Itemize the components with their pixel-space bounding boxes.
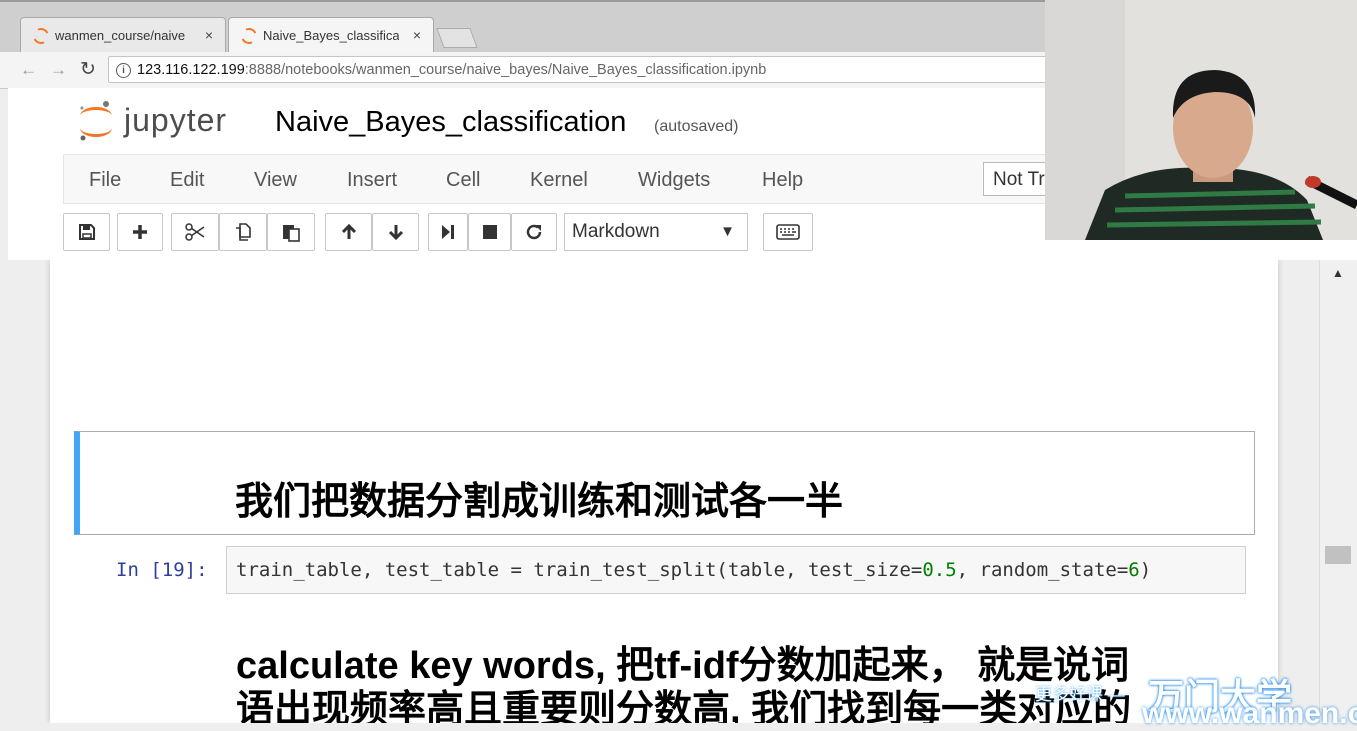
loading-icon — [238, 25, 260, 47]
keyboard-icon — [776, 224, 800, 240]
save-icon — [78, 224, 95, 240]
menu-edit[interactable]: Edit — [170, 169, 204, 192]
tab-title: wanmen_course/naive — [55, 28, 186, 43]
presenter-video — [1045, 0, 1357, 240]
watermark-tagline: 更多好课 — — [1035, 685, 1125, 704]
scrollbar-thumb[interactable] — [1325, 546, 1351, 564]
address-bar[interactable]: i 123.116.122.199:8888/notebooks/wanmen_… — [108, 56, 1048, 83]
move-down-button[interactable] — [372, 213, 419, 251]
code-cell-input[interactable]: train_table, test_table = train_test_spl… — [226, 546, 1246, 594]
code-number: 0.5 — [922, 559, 957, 581]
autosave-status: (autosaved) — [654, 118, 739, 135]
reload-button[interactable]: ↻ — [80, 58, 96, 81]
plus-icon — [133, 225, 147, 239]
paste-icon — [283, 225, 300, 242]
run-button[interactable] — [428, 213, 468, 251]
close-tab-icon[interactable]: × — [413, 27, 421, 43]
vertical-scrollbar[interactable]: ▲ — [1319, 260, 1357, 723]
arrow-down-icon — [388, 225, 403, 241]
copy-button[interactable] — [219, 213, 267, 251]
input-prompt: In [19]: — [116, 559, 208, 581]
menu-file[interactable]: File — [89, 169, 121, 192]
move-up-button[interactable] — [325, 213, 372, 251]
cell-type-select[interactable]: Markdown ▼ — [564, 213, 748, 251]
notebook-title[interactable]: Naive_Bayes_classification — [275, 106, 626, 139]
menu-kernel[interactable]: Kernel — [530, 169, 588, 192]
paste-button[interactable] — [267, 213, 315, 251]
browser-tab-2[interactable]: Naive_Bayes_classificat × — [228, 17, 434, 53]
cut-icon — [185, 223, 205, 241]
copy-icon — [236, 223, 251, 241]
loading-icon — [30, 25, 52, 47]
jupyter-logo-icon[interactable] — [76, 98, 116, 149]
menu-view[interactable]: View — [254, 169, 297, 192]
run-icon — [442, 225, 454, 239]
menu-help[interactable]: Help — [762, 169, 803, 192]
menu-cell[interactable]: Cell — [446, 169, 480, 192]
jupyter-wordmark: jupyter — [124, 102, 228, 138]
interrupt-button[interactable] — [468, 213, 511, 251]
webcam-overlay — [1045, 0, 1357, 240]
arrow-up-icon — [341, 223, 356, 239]
url-path: :8888/notebooks/wanmen_course/naive_baye… — [244, 62, 767, 78]
command-palette-button[interactable] — [763, 213, 813, 251]
restart-button[interactable] — [511, 213, 557, 251]
restart-icon — [526, 224, 542, 240]
info-icon[interactable]: i — [116, 63, 131, 78]
notebook-page: 我们把数据分割成训练和测试各一半 In [19]: train_table, t… — [50, 260, 1278, 723]
code-text: train_table, test_table = train_test_spl… — [236, 559, 923, 581]
cell-type-value: Markdown — [572, 221, 660, 242]
markdown-heading: 我们把数据分割成训练和测试各一半 — [235, 481, 844, 523]
watermark-url: www.wanmen.org — [1142, 697, 1357, 730]
browser-tab-1[interactable]: wanmen_course/naive × — [20, 17, 226, 53]
menu-widgets[interactable]: Widgets — [638, 169, 710, 192]
back-button[interactable]: ← — [20, 60, 37, 80]
save-button[interactable] — [63, 213, 110, 251]
insert-cell-button[interactable] — [117, 213, 163, 251]
chevron-down-icon: ▼ — [720, 223, 735, 240]
cut-button[interactable] — [171, 213, 219, 251]
code-text: , random_state= — [956, 559, 1129, 581]
notebook-container: 我们把数据分割成训练和测试各一半 In [19]: train_table, t… — [8, 260, 1319, 723]
menu-bar: File Edit View Insert Cell Kernel Widget… — [63, 154, 1063, 204]
code-text: ) — [1139, 559, 1152, 581]
new-tab-button[interactable] — [436, 28, 478, 48]
menu-insert[interactable]: Insert — [347, 169, 397, 192]
code-number: 6 — [1128, 559, 1140, 581]
forward-button[interactable]: → — [50, 60, 67, 80]
scroll-up-icon[interactable]: ▲ — [1332, 266, 1344, 280]
url-host: 123.116.122.199 — [137, 62, 245, 78]
close-tab-icon[interactable]: × — [205, 27, 213, 43]
stop-icon — [482, 225, 497, 239]
tab-title: Naive_Bayes_classificat — [263, 28, 399, 43]
markdown-cell-selected[interactable]: 我们把数据分割成训练和测试各一半 — [74, 431, 1255, 535]
